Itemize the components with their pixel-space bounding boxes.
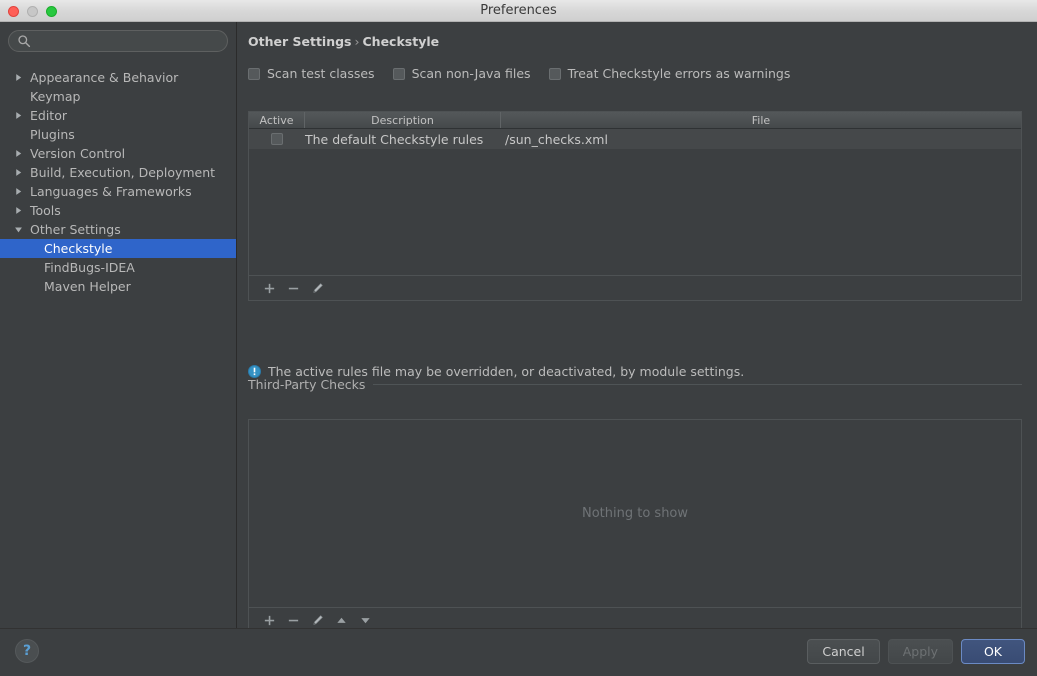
breadcrumb-current: Checkstyle (362, 34, 440, 49)
sidebar-item-label: Tools (30, 203, 61, 218)
sidebar-item-keymap[interactable]: Keymap (0, 87, 236, 106)
sidebar-item-appearance-behavior[interactable]: Appearance & Behavior (0, 68, 236, 87)
plus-icon (264, 615, 274, 625)
option-label: Treat Checkstyle errors as warnings (567, 66, 791, 81)
sidebar-item-label: Appearance & Behavior (30, 70, 179, 85)
column-header-file[interactable]: File (501, 112, 1021, 128)
column-header-description[interactable]: Description (305, 112, 501, 128)
configuration-file-table: Active Description File The default Chec… (248, 111, 1022, 301)
arrow-down-icon (360, 617, 370, 623)
sidebar-item-label: Keymap (30, 89, 81, 104)
sidebar-item-version-control[interactable]: Version Control (0, 144, 236, 163)
window-title: Preferences (480, 3, 557, 18)
chevron-right-icon[interactable] (12, 106, 24, 125)
chevron-right-icon[interactable] (12, 68, 24, 87)
table-row[interactable]: The default Checkstyle rules/sun_checks.… (249, 129, 1021, 149)
checkstyle-settings-panel: Other Settings › Checkstyle Scan test clas… (237, 22, 1037, 633)
pencil-icon (312, 614, 323, 625)
option-label: Scan non-Java files (411, 66, 531, 81)
breadcrumb-parent[interactable]: Other Settings (248, 34, 352, 49)
chevron-right-icon[interactable] (12, 182, 24, 201)
configuration-file-toolbar (249, 275, 1021, 300)
third-party-checks-panel: Nothing to show (248, 419, 1022, 633)
sidebar-item-label: Maven Helper (44, 279, 131, 294)
row-file-cell: /sun_checks.xml (505, 131, 608, 147)
option-treat-checkstyle-errors-as-warnings[interactable]: Treat Checkstyle errors as warnings (548, 66, 791, 81)
third-party-checks-group-label: Third-Party Checks (248, 377, 1022, 392)
settings-tree: Appearance & Behavior Keymap Editor Plugins… (0, 68, 236, 296)
minus-button[interactable] (281, 278, 305, 299)
table-header-row: Active Description File (249, 112, 1021, 129)
minus-icon (288, 287, 298, 289)
row-description-cell: The default Checkstyle rules (305, 131, 484, 147)
chevron-right-icon[interactable] (12, 163, 24, 182)
pencil-button[interactable] (305, 278, 329, 299)
sidebar-item-checkstyle[interactable]: Checkstyle (0, 239, 236, 258)
sidebar-item-languages-frameworks[interactable]: Languages & Frameworks (0, 182, 236, 201)
empty-state-text: Nothing to show (581, 506, 689, 521)
sidebar-item-label: Editor (30, 108, 67, 123)
sidebar-item-build-execution-deployment[interactable]: Build, Execution, Deployment (0, 163, 236, 182)
option-label: Scan test classes (267, 66, 375, 81)
cancel-button[interactable]: Cancel (807, 639, 880, 664)
sidebar-item-label: Checkstyle (44, 241, 113, 256)
option-scan-non-java-files[interactable]: Scan non-Java files (392, 66, 531, 81)
sidebar-item-maven-helper[interactable]: Maven Helper (0, 277, 236, 296)
option-scan-test-classes[interactable]: Scan test classes (248, 66, 375, 81)
plus-button[interactable] (257, 278, 281, 299)
checkbox-icon[interactable] (548, 67, 561, 80)
chevron-right-icon[interactable] (12, 144, 24, 163)
sidebar-item-label: Other Settings (30, 222, 121, 237)
minus-icon (288, 619, 298, 621)
dialog-footer: ? Cancel Apply OK (0, 628, 1037, 676)
search-field-wrapper (8, 30, 228, 52)
chevron-right-icon[interactable] (12, 201, 24, 220)
help-button[interactable]: ? (15, 639, 39, 663)
breadcrumb: Other Settings › Checkstyle (248, 34, 439, 49)
table-body: The default Checkstyle rules/sun_checks.… (249, 129, 1021, 149)
arrow-up-icon (336, 617, 346, 623)
sidebar-item-findbugs-idea[interactable]: FindBugs-IDEA (0, 258, 236, 277)
sidebar-item-label: Version Control (30, 146, 126, 161)
chevron-down-icon[interactable] (12, 220, 24, 239)
scan-options-row: Scan test classes Scan non-Java files Trea… (248, 66, 808, 81)
checkbox-icon[interactable] (271, 133, 283, 145)
ok-button[interactable]: OK (961, 639, 1025, 664)
column-header-active[interactable]: Active (249, 112, 305, 128)
plus-icon (264, 283, 274, 293)
search-input[interactable] (8, 30, 228, 52)
third-party-checks-group-text: Third-Party Checks (248, 377, 366, 392)
breadcrumb-separator-icon: › (354, 34, 360, 49)
row-active-cell[interactable] (249, 133, 305, 145)
apply-button[interactable]: Apply (887, 639, 953, 664)
sidebar-item-editor[interactable]: Editor (0, 106, 236, 125)
checkbox-icon[interactable] (248, 67, 260, 80)
sidebar-item-tools[interactable]: Tools (0, 201, 236, 220)
dialog-actions: Cancel Apply OK (807, 639, 1025, 664)
settings-sidebar: Appearance & Behavior Keymap Editor Plugins… (0, 22, 237, 628)
preferences-window: Preferences Appearance & Behavior Keymap E… (0, 0, 1037, 676)
sidebar-item-other-settings[interactable]: Other Settings (0, 220, 236, 239)
pencil-icon (312, 282, 323, 293)
sidebar-item-label: Build, Execution, Deployment (30, 165, 216, 180)
title-bar: Preferences (0, 0, 1037, 22)
sidebar-item-label: FindBugs-IDEA (44, 260, 135, 275)
checkbox-icon[interactable] (392, 67, 405, 80)
sidebar-item-plugins[interactable]: Plugins (0, 125, 236, 144)
sidebar-item-label: Languages & Frameworks (30, 184, 192, 199)
group-divider (373, 384, 1022, 385)
sidebar-item-label: Plugins (30, 127, 75, 142)
